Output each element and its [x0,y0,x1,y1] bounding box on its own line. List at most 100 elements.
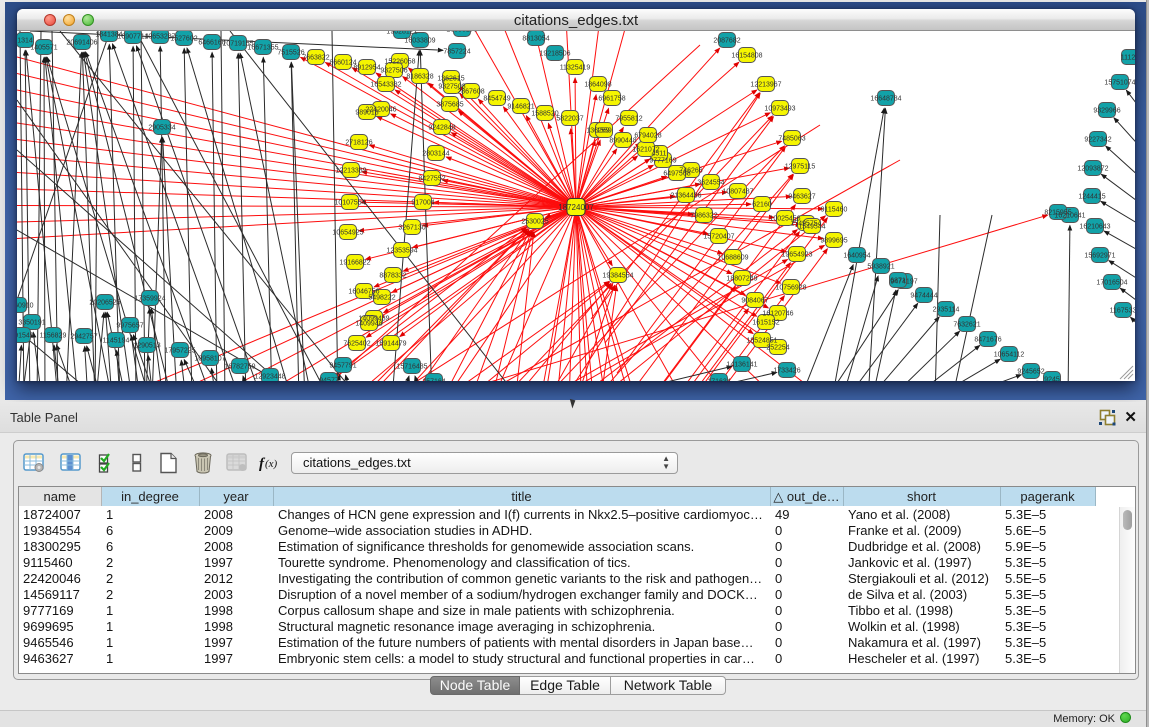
svg-text:10958107: 10958107 [194,356,225,363]
svg-text:917004: 917004 [411,200,434,207]
svg-text:9457791: 9457791 [329,363,356,370]
svg-text:1549544: 1549544 [798,224,825,231]
svg-text:8186328: 8186328 [406,74,433,81]
svg-text:5938921: 5938921 [867,264,894,271]
svg-text:15692971: 15692971 [1084,253,1115,260]
svg-text:1156829: 1156829 [40,333,67,340]
svg-text:5498222: 5498222 [368,295,395,302]
svg-text:11121: 11121 [1121,55,1135,62]
svg-text:10654925: 10654925 [332,230,363,237]
svg-text:3267130: 3267130 [398,225,425,232]
svg-text:3624554: 3624554 [697,180,724,187]
svg-text:8471676: 8471676 [974,337,1001,344]
svg-text:252254: 252254 [766,345,789,352]
svg-text:2935114: 2935114 [933,307,960,314]
svg-text:18524851: 18524851 [746,338,777,345]
svg-text:1145194: 1145194 [103,338,130,345]
svg-text:9245: 9245 [1044,377,1060,382]
svg-text:2803144: 2803144 [422,151,449,158]
svg-text:2530025: 2530025 [521,219,548,226]
svg-text:391549: 391549 [17,333,34,340]
svg-text:16914479: 16914479 [375,341,406,348]
svg-text:12923448: 12923448 [254,374,285,381]
svg-text:10025456: 10025456 [769,216,800,223]
svg-text:16671355: 16671355 [247,45,278,52]
svg-text:7663822: 7663822 [302,55,329,62]
svg-text:9245652: 9245652 [1017,369,1044,376]
svg-text:(x): (x) [265,458,278,470]
svg-text:7955812: 7955812 [615,116,642,123]
svg-text:16782759: 16782759 [224,364,255,371]
svg-text:7632621: 7632621 [953,322,980,329]
svg-text:9242848: 9242848 [428,125,455,132]
svg-text:10107554: 10107554 [334,200,365,207]
svg-text:10654112: 10654112 [994,352,1025,359]
svg-text:16033809: 16033809 [404,38,435,45]
svg-text:7986322: 7986322 [690,213,717,220]
svg-text:11325419: 11325419 [560,65,591,72]
svg-text:12975115: 12975115 [785,164,816,171]
svg-text:1314: 1314 [17,38,33,45]
svg-text:6497568: 6497568 [663,171,690,178]
svg-text:3875685: 3875685 [436,102,463,109]
svg-text:7485063: 7485063 [778,136,805,143]
svg-text:15716485: 15716485 [396,364,427,371]
svg-text:7515526: 7515526 [277,50,304,57]
svg-text:9975657: 9975657 [116,323,143,330]
svg-text:2905334: 2905334 [148,125,175,132]
svg-text:157164: 157164 [422,379,445,382]
svg-text:8215955: 8215955 [1044,210,1071,217]
svg-text:1733426: 1733426 [773,368,800,375]
svg-text:10973493: 10973493 [764,106,795,113]
svg-text:989018: 989018 [355,110,378,117]
svg-text:16648784: 16648784 [870,96,901,103]
svg-text:12353594: 12353594 [386,248,417,255]
svg-text:94577: 94577 [319,378,339,382]
svg-text:9777169: 9777169 [649,158,676,165]
svg-text:8813054: 8813054 [522,36,549,43]
svg-text:15751074: 15751074 [1104,80,1135,87]
svg-text:9899695: 9899695 [820,238,847,245]
svg-text:2942757: 2942757 [70,334,97,341]
svg-text:12093872: 12093872 [1077,166,1108,173]
svg-text:9115460: 9115460 [821,207,848,214]
svg-text:1244415: 1244415 [1078,194,1105,201]
svg-text:171634: 171634 [707,379,730,382]
svg-text:1640954: 1640954 [843,253,870,260]
svg-text:1167533: 1167533 [1110,308,1135,315]
svg-text:9329966: 9329966 [1093,108,1120,115]
svg-text:7625402: 7625402 [343,341,370,348]
svg-text:6961758: 6961758 [598,96,625,103]
svg-text:9227342: 9227342 [1084,137,1111,144]
svg-text:1290513: 1290513 [133,343,160,350]
svg-text:17359924: 17359924 [134,296,165,303]
svg-text:19028121: 19028121 [386,31,417,36]
svg-text:1409948: 1409948 [355,321,382,328]
svg-text:16210643: 16210643 [1079,224,1110,231]
svg-text:7857224: 7857224 [443,49,470,56]
svg-text:1362615: 1362615 [437,76,464,83]
svg-text:19218506: 19218506 [539,51,570,58]
svg-text:9474444: 9474444 [910,293,937,300]
svg-text:20206526: 20206526 [89,300,120,307]
svg-text:1621072: 1621072 [632,147,659,154]
svg-text:9463627: 9463627 [788,194,815,201]
svg-text:8990448: 8990448 [609,138,636,145]
svg-text:21364436: 21364436 [670,193,701,200]
svg-text:2718126: 2718126 [345,140,372,147]
svg-text:16990178: 16990178 [446,31,477,34]
svg-text:16543382: 16543382 [370,82,401,89]
svg-text:1405571: 1405571 [30,45,57,52]
svg-text:8878332: 8878332 [379,273,406,280]
svg-text:17957225: 17957225 [164,348,195,355]
svg-text:6871: 6871 [890,278,906,285]
svg-text:16154808: 16154808 [731,53,762,60]
svg-text:10756928: 10756928 [775,285,806,292]
svg-text:2867608: 2867608 [457,89,484,96]
svg-text:8912954: 8912954 [353,65,380,72]
svg-text:14136141: 14136141 [726,362,757,369]
svg-text:3350191: 3350191 [18,320,45,327]
svg-text:17016504: 17016504 [1096,280,1127,287]
svg-text:10688609: 10688609 [717,255,748,262]
svg-text:5822037: 5822037 [556,116,583,123]
